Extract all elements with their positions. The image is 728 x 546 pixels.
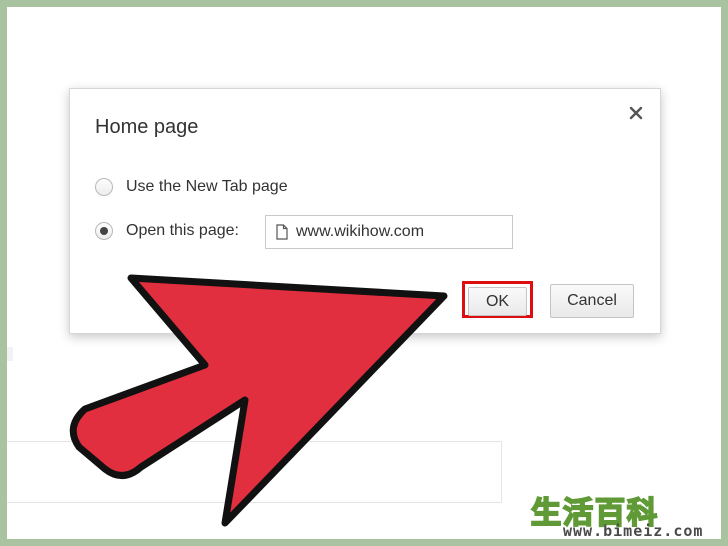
pointer-arrow-icon (69, 274, 448, 527)
watermark-url: www.bimeiz.com (563, 522, 704, 540)
browser-page: Home page Use the New Tab page Open this… (7, 7, 721, 539)
site-watermark: 生活百科 www.bimeiz.com (523, 488, 723, 542)
